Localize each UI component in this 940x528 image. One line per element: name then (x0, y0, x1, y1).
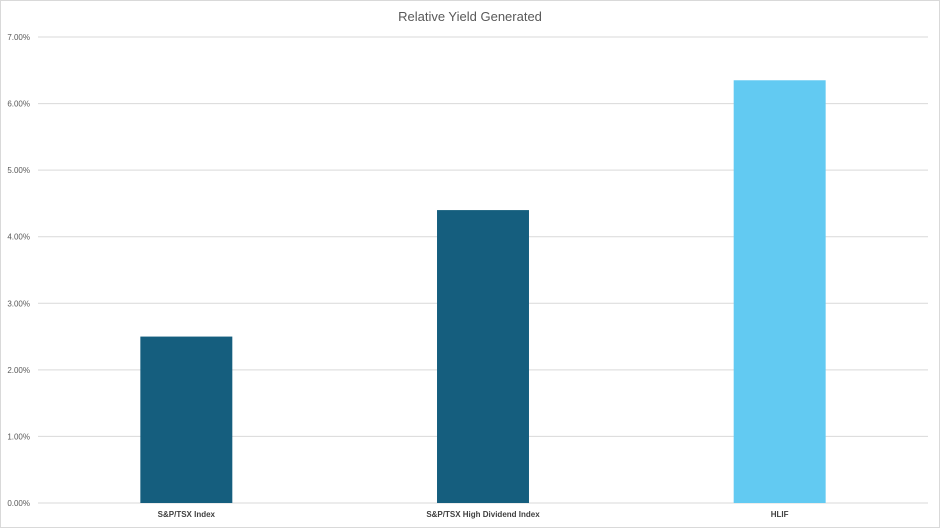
bar-chart: 0.00% 1.00% 2.00% 3.00% 4.00% 5.00% 6.00% 7.00%… (7, 33, 928, 519)
y-tick-label: 2.00% (7, 366, 30, 375)
y-tick-label: 3.00% (7, 299, 30, 308)
y-tick-label: 6.00% (7, 100, 30, 109)
y-tick-label: 5.00% (7, 166, 30, 175)
y-tick-label: 7.00% (7, 33, 30, 42)
y-tick-label: 0.00% (7, 499, 30, 508)
bar (437, 210, 529, 504)
x-category-label: S&P/TSX Index (158, 510, 216, 519)
bar (140, 336, 233, 503)
y-tick-label: 1.00% (7, 432, 30, 441)
x-category-label: HLIF (771, 510, 789, 519)
y-tick-label: 4.00% (7, 233, 30, 242)
bar (733, 80, 826, 504)
x-category-label: S&P/TSX High Dividend Index (426, 510, 540, 519)
